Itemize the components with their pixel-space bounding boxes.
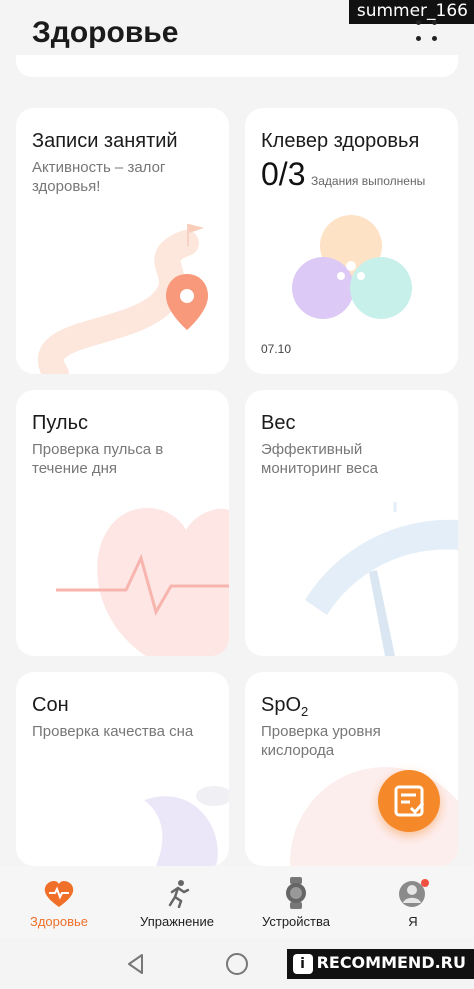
nav-exercise[interactable]: Упражнение — [122, 874, 232, 929]
running-icon — [168, 880, 190, 908]
health-clover-card[interactable]: Клевер здоровья 0/3 Задания выполнены 07… — [245, 108, 458, 374]
watermark-site: i RECOMMEND.RU — [286, 949, 474, 979]
watermark-logo-icon: i — [292, 954, 313, 974]
watermark-site-text: RECOMMEND.RU — [316, 953, 466, 972]
watch-icon — [286, 877, 306, 909]
menu-dot — [432, 20, 437, 25]
menu-dot — [416, 36, 421, 41]
nav-label: Здоровье — [29, 914, 89, 929]
heart-pulse-icon — [44, 881, 74, 907]
spo2-card[interactable]: SpO2 Проверка уровня кислорода — [245, 672, 458, 866]
moon-illustration — [144, 786, 229, 866]
nav-devices[interactable]: Устройства — [241, 874, 351, 929]
nav-profile[interactable]: Я — [358, 874, 468, 929]
menu-dot — [432, 36, 437, 41]
profile-icon — [399, 879, 429, 907]
more-menu-button[interactable] — [412, 18, 442, 44]
home-icon[interactable] — [224, 951, 250, 977]
location-pin-icon — [166, 274, 208, 330]
menu-dot — [416, 20, 421, 25]
back-icon[interactable] — [124, 952, 148, 976]
previous-card-edge — [16, 55, 458, 77]
oxygen-illustration — [290, 767, 458, 866]
tasks-fab-button[interactable] — [378, 770, 440, 832]
weight-card[interactable]: Вес Эффективный мониторинг веса — [245, 390, 458, 656]
clover-date: 07.10 — [261, 342, 292, 356]
clipboard-check-icon — [394, 785, 425, 817]
route-illustration — [38, 224, 204, 374]
scale-gauge-illustration — [305, 502, 458, 656]
page-title: Здоровье — [32, 16, 179, 49]
sleep-card[interactable]: Сон Проверка качества сна — [16, 672, 229, 866]
nav-label: Устройства — [261, 914, 330, 929]
heart-pulse-illustration — [56, 507, 229, 656]
nav-health[interactable]: Здоровье — [4, 874, 114, 929]
bottom-navigation: Здоровье Упражнение Устройства Я — [0, 866, 474, 938]
activity-records-card[interactable]: Записи занятий Активность – залог здоров… — [16, 108, 229, 374]
nav-label: Я — [408, 914, 418, 929]
clover-icon — [292, 215, 412, 319]
pulse-card[interactable]: Пульс Проверка пульса в течение дня — [16, 390, 229, 656]
nav-label: Упражнение — [140, 914, 214, 929]
